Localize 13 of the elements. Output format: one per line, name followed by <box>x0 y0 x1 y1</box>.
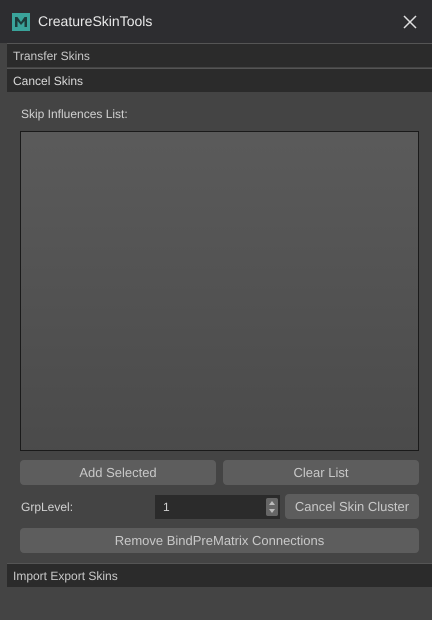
section-header[interactable]: Import Export Skins <box>7 563 432 587</box>
grp-level-label: GrpLevel: <box>20 498 74 516</box>
section-header[interactable]: Transfer Skins <box>7 43 432 67</box>
remove-connections-button[interactable]: Remove BindPreMatrix Connections <box>20 528 419 553</box>
window-title: CreatureSkinTools <box>38 12 152 31</box>
section-header[interactable]: Cancel Skins <box>7 68 432 92</box>
grp-level-spinbox[interactable]: 1 <box>155 494 280 518</box>
app-logo-icon <box>12 12 30 30</box>
list-label: Skip Influences List: <box>21 106 129 123</box>
cancel-skin-cluster-button[interactable]: Cancel Skin Cluster <box>285 494 419 519</box>
list-button[interactable]: Add Selected <box>20 460 216 485</box>
spin-arrows-icon[interactable] <box>266 498 278 516</box>
list-button[interactable]: Clear List <box>223 460 419 485</box>
